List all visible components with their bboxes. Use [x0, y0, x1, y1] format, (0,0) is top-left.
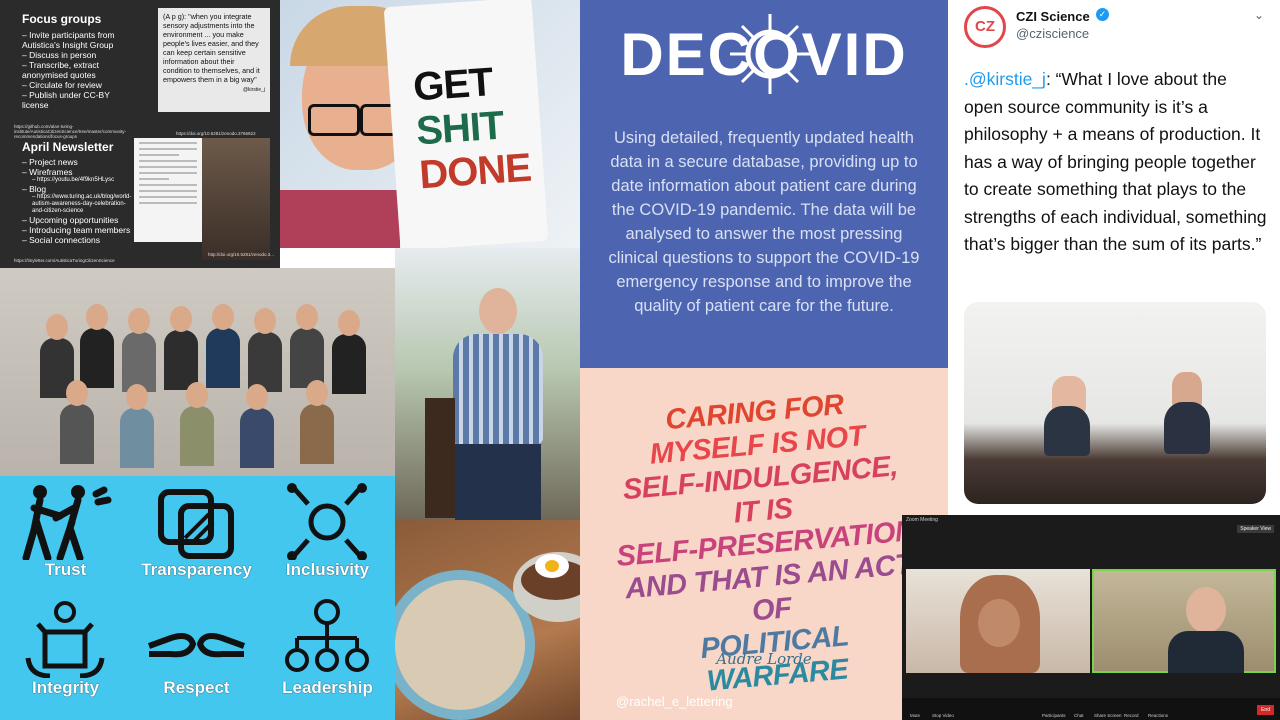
- list-item: Circulate for review: [22, 80, 132, 90]
- record-button[interactable]: Record: [1124, 713, 1139, 718]
- virus-icon: [730, 14, 810, 94]
- tweet-author-name[interactable]: CZI Science: [1016, 9, 1090, 24]
- slide-link[interactable]: http://doi.org/10.5281/zenodo.3...: [208, 252, 274, 257]
- speaker: [1164, 402, 1210, 454]
- chevron-down-icon[interactable]: ⌄: [1254, 8, 1264, 22]
- value-item: Leadership: [262, 598, 393, 698]
- participants-button[interactable]: Participants: [1042, 713, 1066, 718]
- slide-link[interactable]: https://doi.org/10.5281/zenodo.3766922: [176, 131, 256, 136]
- chat-button[interactable]: Chat: [1074, 713, 1084, 718]
- stop-video-button[interactable]: Stop Video: [932, 713, 954, 718]
- value-label: Inclusivity: [285, 560, 370, 579]
- share-screen-button[interactable]: Share Screen: [1094, 713, 1122, 718]
- tote-bag: GET SHIT DONE: [383, 0, 549, 248]
- respect-icon: [147, 633, 246, 658]
- decovid-description: Using detailed, frequently updated healt…: [608, 129, 920, 315]
- list-item: Invite participants from Autistica's Ins…: [22, 30, 132, 50]
- decovid-panel: DECOVID Using detailed, frequently updat…: [580, 0, 948, 368]
- values-grid: Trust Transparency Inclusivity Integrity: [0, 476, 395, 720]
- group-photo: [0, 268, 395, 476]
- value-item: Respect: [131, 598, 262, 698]
- shirt: [280, 190, 400, 248]
- value-item: Integrity: [0, 598, 131, 698]
- window-title: Zoom Meeting: [906, 517, 938, 523]
- list-item: Publish under CC-BY license: [22, 90, 132, 110]
- speaker: [1044, 406, 1090, 456]
- artist-credit: @rachel_e_lettering: [616, 694, 733, 709]
- zoom-window: Zoom Meeting Speaker View Mute Stop Vide…: [902, 515, 1280, 720]
- man-photo: [395, 248, 580, 520]
- value-item: Trust: [0, 480, 131, 580]
- list-item: Introducing team members: [22, 225, 134, 235]
- list-item: Discuss in person: [22, 50, 132, 60]
- speaker-view-button[interactable]: Speaker View: [1237, 525, 1274, 533]
- slide-quote-box: (A p g): "when you integrate sensory adj…: [158, 8, 270, 112]
- tweet-text: .@kirstie_j: “What I love about the open…: [964, 66, 1268, 259]
- presentation-slide: Focus groups Invite participants from Au…: [0, 0, 280, 268]
- slide-link[interactable]: https://tinyletter.com/AutisticaTuringCi…: [14, 258, 115, 263]
- mention-link[interactable]: .@kirstie_j: [964, 69, 1046, 89]
- newsletter-title: April Newsletter: [22, 140, 114, 154]
- list-item: Blog: [22, 184, 134, 194]
- tweet-body: : “What I love about the open source com…: [964, 69, 1267, 254]
- value-label: Trust: [44, 560, 87, 579]
- verified-icon: ✓: [1096, 8, 1109, 21]
- photo-thumbnail: [202, 138, 270, 260]
- value-label: Transparency: [141, 560, 252, 579]
- focus-groups-title: Focus groups: [22, 12, 102, 26]
- value-label: Leadership: [282, 678, 373, 697]
- speaker: [1172, 372, 1202, 406]
- document-thumbnail: [134, 138, 202, 242]
- tweet-author-handle[interactable]: @cziscience: [1016, 26, 1089, 41]
- selfie-photo: GET SHIT DONE: [280, 0, 580, 248]
- end-meeting-button[interactable]: End: [1257, 705, 1274, 715]
- list-item: Transcribe, extract anonymised quotes: [22, 60, 132, 80]
- list-subitem[interactable]: https://www.turing.ac.uk/blog/world-auti…: [22, 194, 134, 215]
- slide-link[interactable]: https://github.com/alan-turing-institute…: [14, 124, 154, 139]
- bag-text: SHIT: [414, 103, 505, 154]
- video-tile-active[interactable]: [1092, 569, 1276, 673]
- integrity-icon: [25, 601, 105, 678]
- bag-text: GET: [411, 60, 494, 110]
- focus-groups-list: Invite participants from Autistica's Ins…: [22, 30, 132, 110]
- list-item: Project news: [22, 157, 134, 167]
- reactions-button[interactable]: Reactions: [1148, 713, 1168, 718]
- transparency-icon: [158, 489, 234, 559]
- tweet-photo[interactable]: [964, 302, 1266, 504]
- list-item: Upcoming opportunities: [22, 215, 134, 225]
- zoom-toolbar: Mute Stop Video Participants Chat Share …: [902, 698, 1280, 720]
- slide-quote-credit: @kirstie_j: [242, 87, 265, 93]
- list-item: Wireframes: [22, 167, 134, 177]
- value-label: Integrity: [31, 678, 100, 697]
- glasses-icon: [308, 104, 360, 136]
- leadership-icon: [285, 599, 369, 672]
- value-item: Inclusivity: [262, 480, 393, 580]
- trust-icon: [22, 485, 112, 560]
- mute-button[interactable]: Mute: [910, 713, 920, 718]
- list-subitem[interactable]: https://youtu.be/4f9kn5HLysc: [22, 177, 134, 184]
- avatar[interactable]: CZ: [964, 6, 1006, 48]
- slide-quote-text: (A p g): "when you integrate sensory adj…: [163, 12, 260, 84]
- value-item: Transparency: [131, 480, 262, 580]
- video-tile[interactable]: [906, 569, 1090, 673]
- quote-poster: CARING FOR MYSELF IS NOT SELF-INDULGENCE…: [580, 368, 948, 720]
- tweet-card: CZ CZI Science ✓ @cziscience ⌄ .@kirstie…: [948, 0, 1280, 515]
- bag-text: DONE: [417, 145, 533, 198]
- quote-author: Audre Lorde: [716, 650, 812, 668]
- value-label: Respect: [163, 678, 230, 697]
- newsletter-list: Project news Wireframes https://youtu.be…: [22, 157, 134, 245]
- list-item: Social connections: [22, 235, 134, 245]
- inclusivity-icon: [287, 483, 367, 560]
